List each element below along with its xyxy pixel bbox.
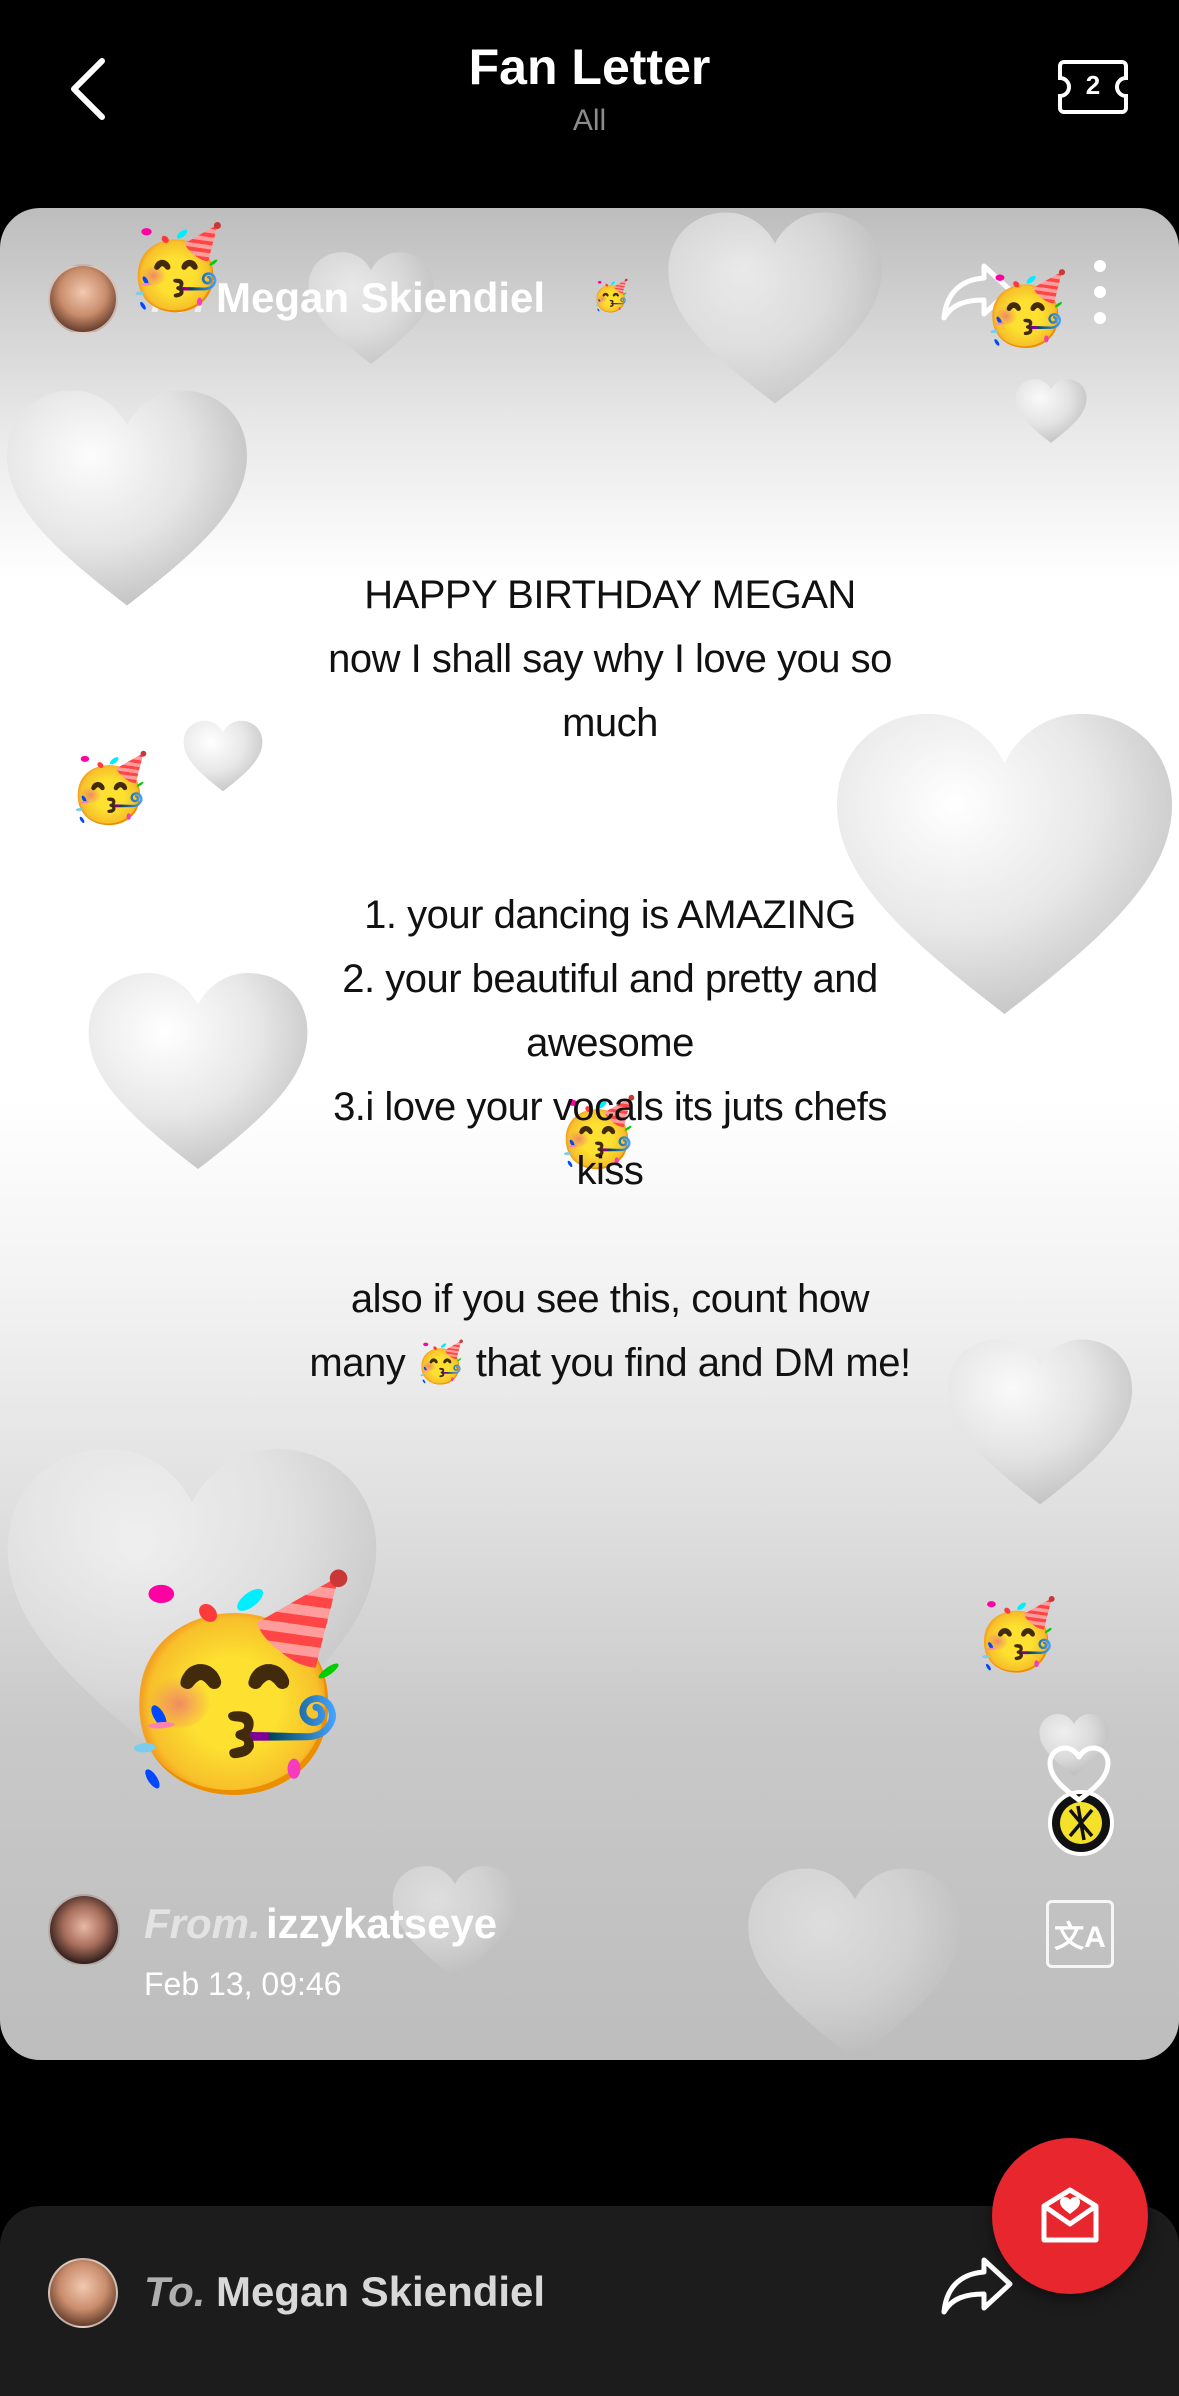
recipient-avatar[interactable] bbox=[48, 2258, 118, 2328]
to-label: To. bbox=[144, 2268, 206, 2315]
letter-line bbox=[250, 755, 970, 819]
letter-line bbox=[250, 819, 970, 883]
letter-body: HAPPY BIRTHDAY MEGAN now I shall say why… bbox=[250, 563, 970, 1395]
sender-name[interactable]: izzykatseye bbox=[266, 1900, 497, 1948]
recipient-avatar[interactable] bbox=[48, 264, 118, 334]
party-emoji: 🥳 bbox=[982, 268, 1070, 350]
more-options-button[interactable] bbox=[1090, 260, 1110, 324]
heart-icon[interactable] bbox=[1046, 1744, 1112, 1804]
letter-line: also if you see this, count how bbox=[350, 1277, 870, 1321]
fan-letter-screen: Fan Letter All 2 To. Megan Skiendiel 🥳 🥳… bbox=[0, 0, 1179, 2396]
letter-heart-icon bbox=[1041, 2187, 1099, 2243]
letter-line bbox=[250, 1203, 970, 1267]
translate-button[interactable]: 文A bbox=[1046, 1900, 1114, 1968]
ticket-button[interactable]: 2 bbox=[1058, 58, 1128, 116]
letter-line: 1. your dancing is AMAZING bbox=[364, 893, 856, 937]
letter-line: much bbox=[562, 701, 658, 745]
page-title: Fan Letter bbox=[468, 39, 711, 95]
party-emoji: 🥳 bbox=[68, 750, 151, 827]
letter-line: HAPPY BIRTHDAY MEGAN bbox=[364, 573, 856, 617]
write-letter-button[interactable] bbox=[992, 2138, 1148, 2294]
top-bar: Fan Letter All 2 bbox=[0, 0, 1179, 200]
translate-icon: 文A bbox=[1054, 1921, 1106, 1954]
heart-decoration-icon bbox=[947, 1339, 1133, 1505]
party-emoji: 🥳 bbox=[126, 221, 226, 314]
heart-decoration-icon bbox=[1015, 379, 1087, 443]
letter-card: To. Megan Skiendiel 🥳 🥳 🥳 🥳 🥳 🥳 🥳 HAPPY … bbox=[0, 208, 1179, 2060]
letter-line: 3.i love your vocals its juts chefs bbox=[333, 1085, 887, 1129]
letter-line: kiss bbox=[576, 1149, 644, 1193]
more-vertical-icon bbox=[1094, 260, 1106, 272]
party-emoji: 🥳 bbox=[110, 1567, 360, 1800]
heart-decoration-icon bbox=[7, 390, 247, 606]
filter-subtitle[interactable]: All bbox=[0, 104, 1179, 138]
from-label: From. bbox=[144, 1900, 261, 1947]
ticket-count: 2 bbox=[1085, 70, 1101, 100]
letter-line: awesome bbox=[526, 1021, 694, 1065]
letter-line: now I shall say why I love you so bbox=[328, 637, 892, 681]
letter-line: many 🥳 that you find and DM me! bbox=[309, 1341, 911, 1385]
party-emoji: 🥳 bbox=[592, 279, 630, 314]
recipient-name[interactable]: Megan Skiendiel bbox=[216, 2268, 545, 2316]
heart-decoration-icon bbox=[748, 1868, 962, 2060]
party-emoji: 🥳 bbox=[974, 1596, 1059, 1675]
share-arrow-icon[interactable] bbox=[940, 2254, 1014, 2318]
sender-avatar[interactable] bbox=[48, 1894, 120, 1966]
recipient-name[interactable]: Megan Skiendiel bbox=[216, 274, 545, 322]
letter-date: Feb 13, 09:46 bbox=[144, 1966, 342, 2002]
letter-line: 2. your beautiful and pretty and bbox=[342, 957, 878, 1001]
